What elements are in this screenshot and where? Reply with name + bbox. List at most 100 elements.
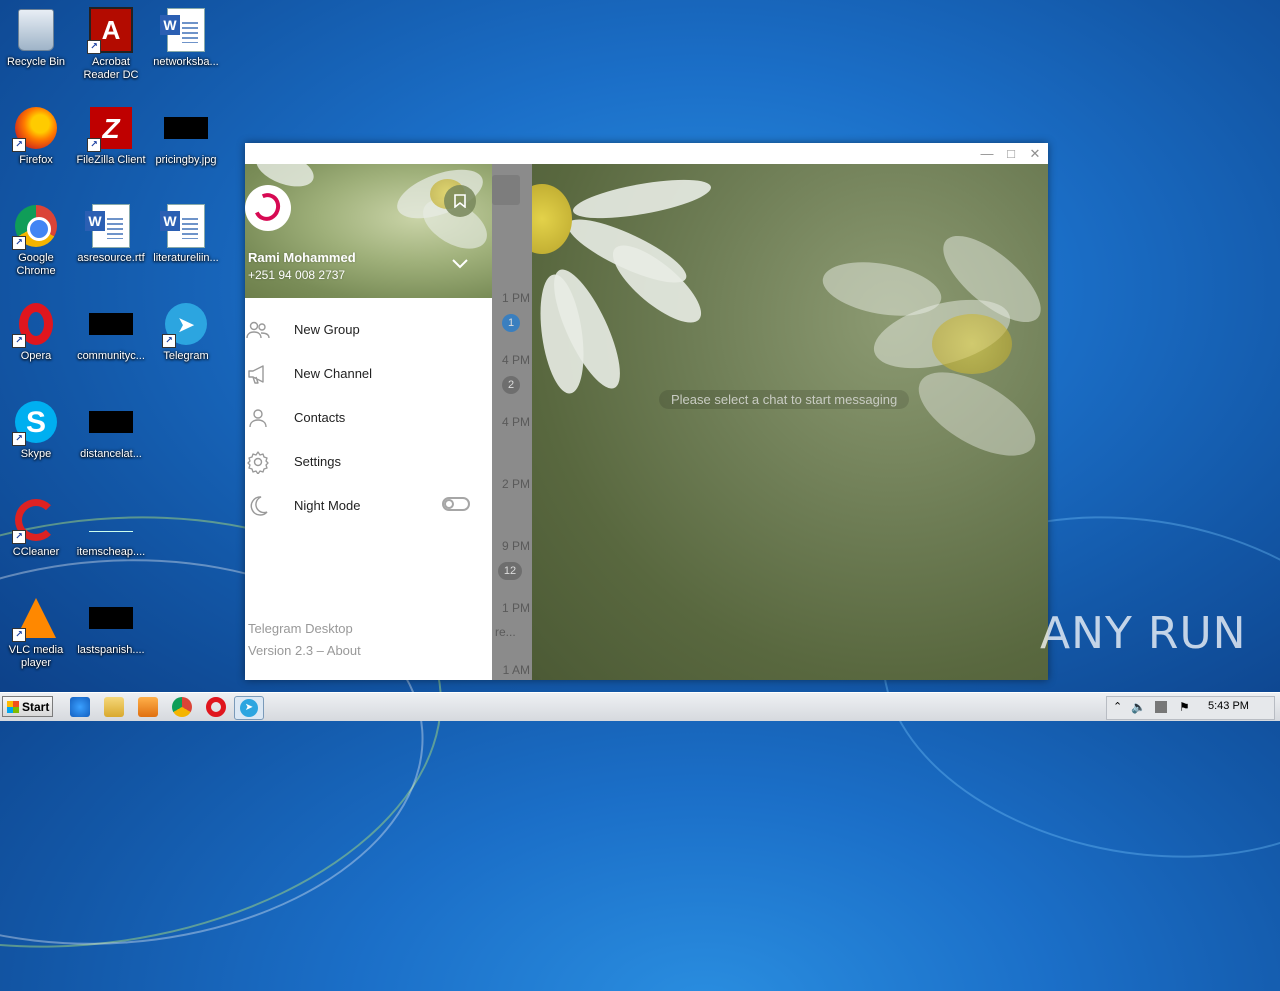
file-icon [89, 411, 133, 433]
desktop-icon-label: Google Chrome [16, 252, 56, 277]
version-about-link[interactable]: Version 2.3 – About [248, 643, 361, 658]
desktop-icon-pricingby[interactable]: pricingby.jpg [148, 106, 224, 167]
menu-item-new-group[interactable]: New Group [245, 308, 492, 352]
menu-item-new-channel[interactable]: New Channel [245, 352, 492, 396]
unread-badge: 12 [498, 562, 522, 580]
search-input[interactable] [492, 175, 520, 205]
watermark-logo: ANY RUN [1040, 608, 1247, 659]
telegram-window: — □ ✕ Please select a chat to start mess… [245, 143, 1048, 680]
action-center-flag-icon[interactable]: ⚑ [1179, 700, 1190, 714]
menu-item-contacts[interactable]: Contacts [245, 396, 492, 440]
gear-icon [247, 451, 269, 474]
opera-taskbar-icon[interactable] [206, 697, 226, 717]
menu-item-settings[interactable]: Settings [245, 440, 492, 484]
chat-time: 4 PM [501, 353, 530, 367]
desktop-icon-asresource[interactable]: asresource.rtf [73, 204, 149, 265]
shortcut-arrow-icon: ↗ [12, 432, 26, 446]
desktop-icon-itemscheap[interactable]: itemscheap.... [73, 498, 149, 559]
desktop-icon-vlc[interactable]: ↗ VLC media player [0, 596, 74, 670]
network-icon[interactable] [1155, 701, 1167, 713]
close-button[interactable]: ✕ [1025, 145, 1045, 162]
show-hidden-icons-chevron-icon[interactable]: ⌃ [1113, 700, 1122, 713]
chrome-taskbar-icon[interactable] [172, 697, 192, 717]
media-player-taskbar-icon[interactable] [138, 697, 158, 717]
volume-icon[interactable]: 🔈 [1131, 700, 1146, 714]
desktop-icon-label: itemscheap.... [76, 546, 146, 558]
desktop-icon-telegram[interactable]: ➤ ↗ Telegram [148, 302, 224, 363]
recycle-bin-icon [18, 9, 54, 51]
desktop-icon-label: Firefox [19, 154, 53, 166]
shortcut-arrow-icon: ↗ [12, 628, 26, 642]
desktop-icon-label: asresource.rtf [77, 252, 145, 264]
menu-item-label: New Channel [294, 366, 373, 381]
start-button[interactable]: Start [2, 696, 53, 717]
avatar[interactable] [245, 185, 291, 231]
main-menu: Rami Mohammed +251 94 008 2737 New Group… [245, 164, 492, 680]
telegram-icon: ➤ [240, 699, 258, 717]
desktop-icon-ccleaner[interactable]: ↗ CCleaner [0, 498, 74, 559]
explorer-taskbar-icon[interactable] [104, 697, 124, 717]
chat-preview: re... [495, 625, 516, 639]
desktop-icon-distancelat[interactable]: distancelat... [73, 400, 149, 461]
shortcut-arrow-icon: ↗ [162, 334, 176, 348]
desktop-icon-chrome[interactable]: ↗ Google Chrome [0, 204, 74, 278]
clock[interactable]: 5:43 PM [1208, 700, 1249, 712]
image-file-icon [164, 117, 208, 139]
desktop-icon-label: communityc... [77, 350, 145, 362]
desktop-icon-label: networksba... [153, 56, 219, 68]
start-label: Start [22, 700, 50, 714]
desktop-icon-opera[interactable]: ↗ Opera [0, 302, 74, 363]
menu-item-night-mode[interactable]: Night Mode [245, 484, 492, 528]
menu-item-label: New Group [294, 322, 360, 337]
chat-time: 9 PM [501, 539, 530, 553]
menu-item-label: Night Mode [294, 498, 361, 513]
desktop-icon-label: Opera [20, 350, 52, 362]
ie-taskbar-icon[interactable] [70, 697, 90, 717]
chat-time: 1 PM [501, 291, 530, 305]
contact-icon [249, 409, 267, 428]
desktop-icon-literatureliin[interactable]: literatureliin... [148, 204, 224, 265]
desktop-icon-firefox[interactable]: ↗ Firefox [0, 106, 74, 167]
desktop-icon-lastspanish[interactable]: lastspanish.... [73, 596, 149, 657]
desktop-icon-label: Skype [20, 448, 52, 460]
desktop-icon-recycle-bin[interactable]: Recycle Bin [0, 8, 74, 69]
desktop-icon-label: Telegram [163, 350, 209, 362]
night-mode-toggle[interactable] [442, 497, 470, 511]
user-phone: +251 94 008 2737 [248, 268, 346, 282]
desktop-icon-communityc[interactable]: communityc... [73, 302, 149, 363]
shortcut-arrow-icon: ↗ [12, 334, 26, 348]
chat-time: 2 PM [501, 477, 530, 491]
shortcut-arrow-icon: ↗ [87, 40, 101, 54]
word-document-icon [160, 204, 205, 248]
menu-header: Rami Mohammed +251 94 008 2737 [245, 164, 492, 298]
saved-messages-button[interactable] [444, 185, 476, 217]
shortcut-arrow-icon: ↗ [12, 236, 26, 250]
desktop-icon-label: literatureliin... [153, 252, 219, 264]
desktop-icon-label: Recycle Bin [6, 56, 66, 68]
empty-chat-message: Please select a chat to start messaging [659, 390, 910, 409]
desktop-icon-acrobat[interactable]: A ↗ Acrobat Reader DC [73, 7, 149, 82]
minimize-button[interactable]: — [977, 145, 997, 162]
file-icon [89, 509, 133, 532]
chat-area [532, 164, 1048, 680]
chat-time: 4 PM [501, 415, 530, 429]
desktop-icon-label: FileZilla Client [76, 154, 146, 166]
group-icon [246, 321, 270, 339]
chat-time: 1 PM [501, 601, 530, 615]
telegram-taskbar-button[interactable]: ➤ [234, 696, 264, 720]
shortcut-arrow-icon: ↗ [12, 138, 26, 152]
file-icon [89, 607, 133, 629]
unread-badge: 1 [502, 314, 520, 332]
bookmark-icon [454, 194, 466, 208]
desktop-icon-networksba[interactable]: networksba... [148, 8, 224, 69]
window-titlebar[interactable]: — □ ✕ [245, 143, 1048, 164]
chat-list: 1 PM 1 4 PM 2 4 PM 2 PM 9 PM 12 1 PM re.… [492, 164, 532, 680]
chevron-down-icon[interactable] [451, 258, 469, 270]
maximize-button[interactable]: □ [1001, 145, 1021, 162]
desktop-icon-label: CCleaner [12, 546, 60, 558]
desktop-icon-skype[interactable]: S ↗ Skype [0, 400, 74, 461]
moon-icon [250, 496, 268, 516]
app-name: Telegram Desktop [248, 621, 353, 636]
desktop-icon-filezilla[interactable]: Z ↗ FileZilla Client [73, 106, 149, 167]
unread-badge: 2 [502, 376, 520, 394]
